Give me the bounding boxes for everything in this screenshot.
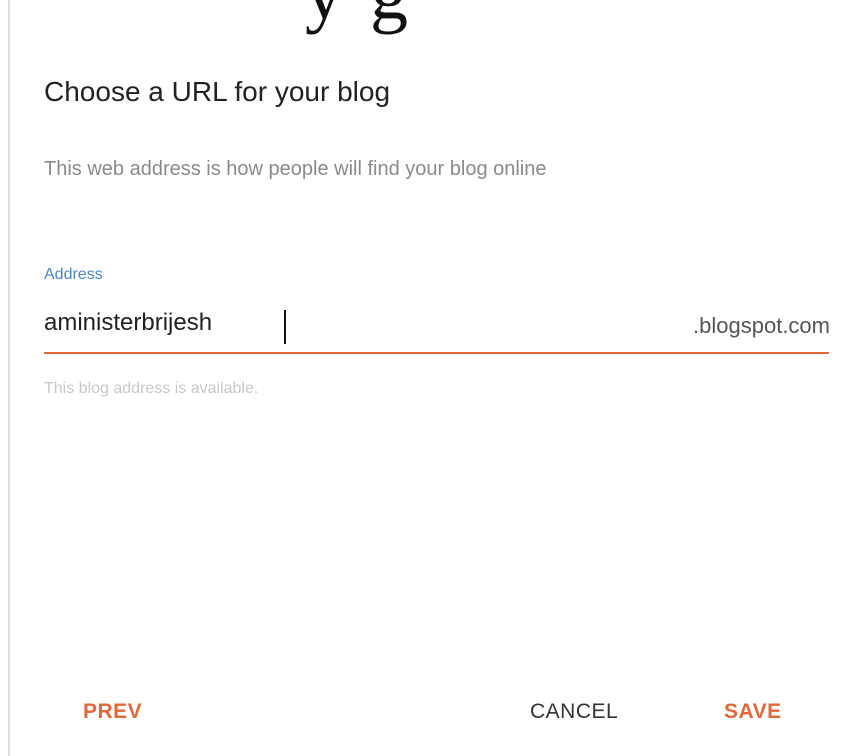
text-caret — [284, 310, 286, 344]
address-availability-text: This blog address is available. — [44, 380, 259, 397]
prev-button[interactable]: PREV — [83, 700, 142, 724]
dialog-subtitle: This web address is how people will find… — [44, 158, 547, 180]
cancel-button[interactable]: CANCEL — [530, 700, 618, 724]
dialog-title: Choose a URL for your blog — [44, 76, 391, 107]
address-input[interactable] — [44, 309, 644, 337]
address-field-underline — [44, 352, 829, 354]
save-button[interactable]: SAVE — [724, 700, 782, 724]
domain-suffix: .blogspot.com — [693, 313, 830, 338]
blog-url-dialog: Choose a URL for your blog This web addr… — [10, 0, 854, 756]
address-label: Address — [44, 266, 103, 283]
